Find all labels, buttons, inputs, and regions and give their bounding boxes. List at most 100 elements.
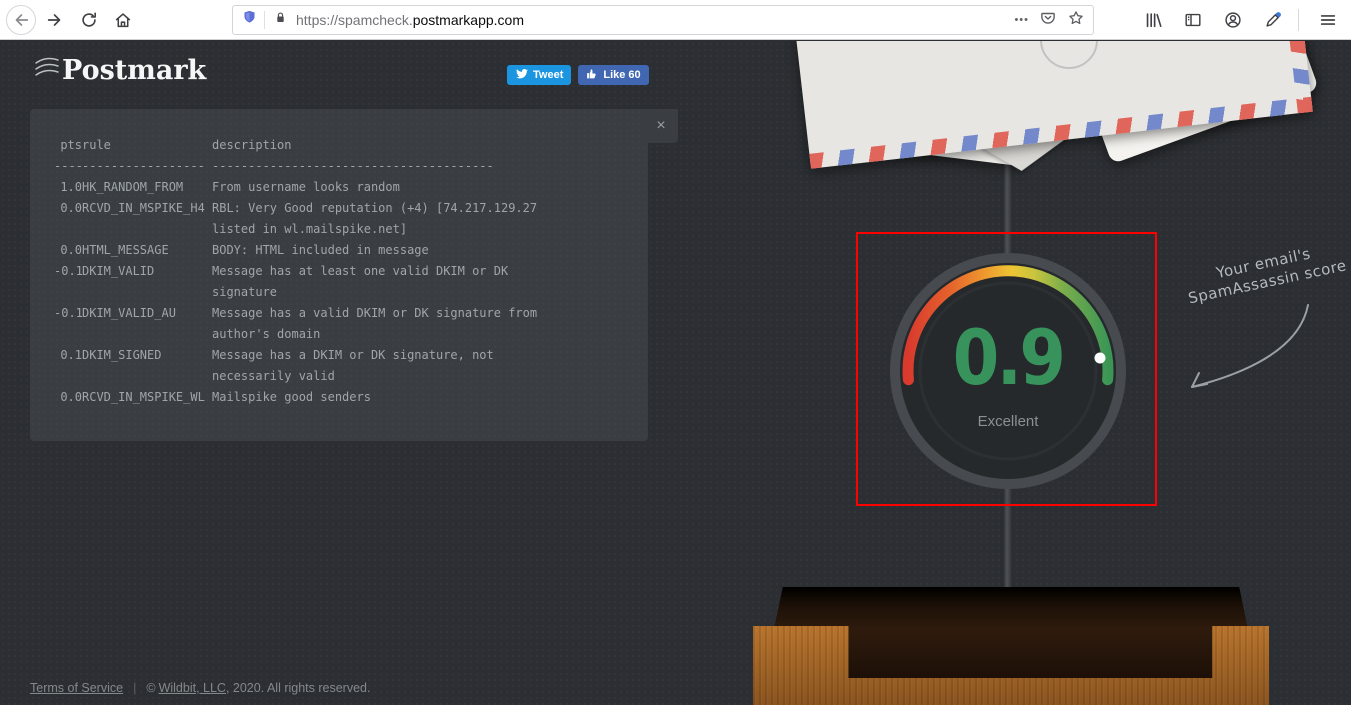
toolbar-divider xyxy=(1298,9,1299,31)
postmark-stamp-icon xyxy=(1040,41,1098,69)
back-button[interactable] xyxy=(6,5,36,35)
col-header-pts: pts xyxy=(54,135,82,156)
row-rule: DKIM_VALID_AU xyxy=(82,303,212,345)
library-button[interactable] xyxy=(1138,5,1168,35)
row-description: BODY: HTML included in message xyxy=(212,240,632,261)
row-description: Message has a valid DKIM or DK signature… xyxy=(212,303,632,345)
menu-button[interactable] xyxy=(1313,5,1343,35)
sidebar-icon xyxy=(1183,10,1203,30)
curved-arrow-icon xyxy=(1178,303,1328,403)
forward-icon xyxy=(45,10,65,30)
row-rule: HK_RANDOM_FROM xyxy=(82,177,212,198)
share-buttons: Tweet Like 60 xyxy=(507,65,649,85)
library-icon xyxy=(1143,10,1163,30)
footer-separator: | xyxy=(133,681,136,695)
table-row: 0.0 RCVD_IN_MSPIKE_H4 RBL: Very Good rep… xyxy=(54,198,632,240)
urlbar-divider xyxy=(264,11,265,29)
spam-score-value: 0.9 xyxy=(904,313,1112,402)
row-description: Mailspike good senders xyxy=(212,387,632,408)
airmail-stripes-right xyxy=(1269,41,1313,113)
shield-icon[interactable] xyxy=(241,9,258,31)
row-pts: 0.0 xyxy=(54,198,82,240)
row-pts: 0.1 xyxy=(54,345,82,387)
report-divider-row: ---- ----------------- -----------------… xyxy=(54,156,632,177)
account-button[interactable] xyxy=(1218,5,1248,35)
envelope-back-left xyxy=(850,61,1029,166)
like-label: Like 60 xyxy=(603,69,640,81)
spam-report-panel: pts rule description ---- --------------… xyxy=(30,109,648,441)
back-icon xyxy=(11,10,31,30)
envelope-flap xyxy=(924,104,1117,176)
sidebar-button[interactable] xyxy=(1178,5,1208,35)
hamburger-icon xyxy=(1318,10,1338,30)
row-pts: -0.1 xyxy=(54,261,82,303)
row-rule: RCVD_IN_MSPIKE_WL xyxy=(82,387,212,408)
table-row: 0.0 HTML_MESSAGE BODY: HTML included in … xyxy=(54,240,632,261)
table-row: -0.1 DKIM_VALID_AU Message has a valid D… xyxy=(54,303,632,345)
row-pts: 0.0 xyxy=(54,240,82,261)
forward-button[interactable] xyxy=(40,5,70,35)
lock-icon[interactable] xyxy=(273,10,288,30)
home-button[interactable] xyxy=(108,5,138,35)
page-footer: Terms of Service | © Wildbit, LLC, 2020. Al… xyxy=(30,681,370,695)
browser-window: https://spamcheck.postmarkapp.com ••• xyxy=(0,0,1351,705)
refresh-button[interactable] xyxy=(74,5,104,35)
refresh-icon xyxy=(79,10,99,30)
browser-toolbar: https://spamcheck.postmarkapp.com ••• xyxy=(0,0,1351,40)
spam-score-gauge: 0.9 Excellent xyxy=(890,253,1126,489)
url-domain: postmarkapp.com xyxy=(413,12,524,28)
table-row: 1.0 HK_RANDOM_FROM From username looks r… xyxy=(54,177,632,198)
airmail-envelope xyxy=(782,41,1313,169)
bookmark-star-icon[interactable] xyxy=(1067,9,1085,32)
terms-of-service-link[interactable]: Terms of Service xyxy=(30,681,123,695)
table-row: 0.1 DKIM_SIGNED Message has a DKIM or DK… xyxy=(54,345,632,387)
row-description: Message has at least one valid DKIM or D… xyxy=(212,261,632,303)
report-header-row: pts rule description xyxy=(54,135,632,156)
row-rule: DKIM_VALID xyxy=(82,261,212,303)
divider-pts: ---- xyxy=(54,156,82,177)
row-rule: HTML_MESSAGE xyxy=(82,240,212,261)
wildbit-link[interactable]: Wildbit, LLC xyxy=(159,681,226,695)
spam-score-rating: Excellent xyxy=(890,413,1126,430)
url-prefix: https://spamcheck. xyxy=(296,12,413,28)
copyright-symbol: © xyxy=(146,681,155,695)
account-icon xyxy=(1223,10,1243,30)
row-description: RBL: Very Good reputation (+4) [74.217.1… xyxy=(212,198,632,240)
airmail-stripes-bottom xyxy=(809,97,1312,169)
pocket-icon[interactable] xyxy=(1039,9,1057,32)
eyedropper-icon[interactable] xyxy=(1258,5,1288,35)
page-content: Postmark Tweet Like 60 pts rule des xyxy=(0,41,1351,705)
gauge-annotation-text: Your email's SpamAssassin score xyxy=(1176,236,1351,310)
row-description: Message has a DKIM or DK signature, not … xyxy=(212,345,632,387)
table-row: -0.1 DKIM_VALID Message has at least one… xyxy=(54,261,632,303)
twitter-bird-icon xyxy=(515,68,528,82)
row-pts: 0.0 xyxy=(54,387,82,408)
wooden-inbox-tray xyxy=(753,584,1269,705)
envelope-back-right xyxy=(1061,41,1319,164)
copyright-tail: , 2020. All rights reserved. xyxy=(226,681,371,695)
divider-description: --------------------------------------- xyxy=(212,156,632,177)
close-report-button[interactable]: × xyxy=(644,109,678,143)
thumbs-up-icon xyxy=(586,68,598,83)
row-rule: DKIM_SIGNED xyxy=(82,345,212,387)
toolbar-right-group xyxy=(1134,0,1343,40)
col-header-description: description xyxy=(212,135,632,156)
postmark-waves-icon xyxy=(34,53,60,88)
home-icon xyxy=(113,10,133,30)
row-pts: -0.1 xyxy=(54,303,82,345)
divider-rule: ----------------- xyxy=(82,156,212,177)
row-description: From username looks random xyxy=(212,177,632,198)
postmark-logo[interactable]: Postmark xyxy=(34,53,206,88)
row-pts: 1.0 xyxy=(54,177,82,198)
facebook-like-button[interactable]: Like 60 xyxy=(578,65,648,85)
page-actions-icon[interactable]: ••• xyxy=(1014,14,1029,26)
table-row: 0.0 RCVD_IN_MSPIKE_WL Mailspike good sen… xyxy=(54,387,632,408)
tweet-label: Tweet xyxy=(533,69,563,81)
url-text: https://spamcheck.postmarkapp.com xyxy=(296,12,1014,28)
close-icon: × xyxy=(656,117,665,134)
url-bar[interactable]: https://spamcheck.postmarkapp.com ••• xyxy=(232,5,1094,35)
tweet-button[interactable]: Tweet xyxy=(507,65,571,85)
logo-text: Postmark xyxy=(62,55,206,86)
row-rule: RCVD_IN_MSPIKE_H4 xyxy=(82,198,212,240)
col-header-rule: rule xyxy=(82,135,212,156)
